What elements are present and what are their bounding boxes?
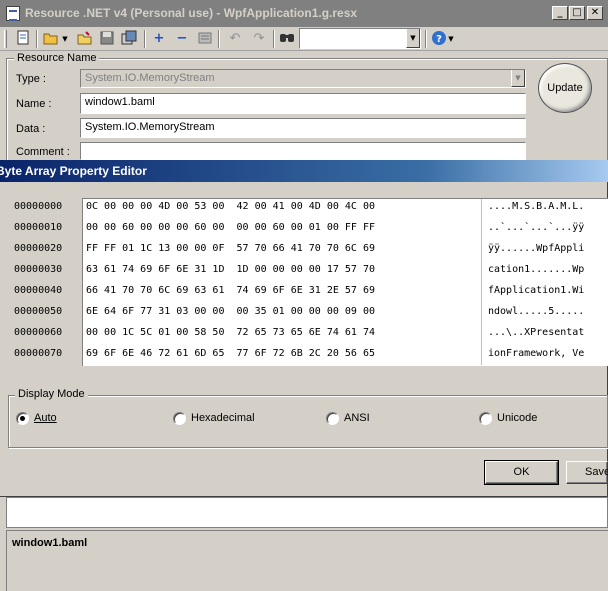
dialog-title: Byte Array Property Editor — [0, 164, 147, 178]
hex-row-bytes[interactable]: 0C 00 00 00 4D 00 53 00 42 00 41 00 4D 0… — [86, 201, 375, 212]
hex-row-ascii[interactable]: ....M.S.B.A.M.L. — [488, 201, 584, 212]
minimize-button[interactable]: _ — [552, 6, 568, 20]
hex-row-address: 00000020 — [14, 243, 63, 254]
ok-button[interactable]: OK — [484, 460, 559, 485]
display-mode-group-label: Display Mode — [15, 388, 88, 400]
chevron-down-icon[interactable]: ▼ — [511, 70, 525, 87]
hex-row-ascii[interactable]: fApplication1.Wi — [488, 285, 584, 296]
hex-row-bytes[interactable]: 00 00 1C 5C 01 00 58 50 72 65 73 65 6E 7… — [86, 327, 375, 338]
toolbar-separator — [425, 30, 427, 48]
add-icon[interactable]: + — [150, 30, 168, 48]
hex-row-address: 00000000 — [14, 201, 63, 212]
properties-icon[interactable] — [196, 30, 214, 48]
dialog-title-bar: Byte Array Property Editor — [0, 160, 608, 182]
folder-icon[interactable] — [76, 30, 94, 48]
hex-row-address: 00000060 — [14, 327, 63, 338]
toolbar-separator — [144, 30, 146, 48]
ansi-radio-label[interactable]: ANSI — [344, 412, 370, 424]
hexadecimal-radio[interactable] — [173, 412, 186, 425]
data-input[interactable]: System.IO.MemoryStream — [80, 118, 526, 138]
open-folder-icon[interactable] — [42, 30, 60, 48]
window-title: Resource .NET v4 (Personal use) - WpfApp… — [25, 6, 358, 20]
toolbar-separator — [36, 30, 38, 48]
auto-radio[interactable] — [16, 412, 29, 425]
comment-label: Comment : — [16, 146, 70, 158]
hex-row-ascii[interactable]: ÿÿ......WpfAppli — [488, 243, 584, 254]
hexadecimal-radio-label[interactable]: Hexadecimal — [191, 412, 255, 424]
type-select[interactable]: System.IO.MemoryStream ▼ — [80, 69, 526, 88]
search-combo[interactable]: ▼ — [299, 28, 421, 49]
main-title-bar: Resource .NET v4 (Personal use) - WpfApp… — [0, 0, 608, 27]
hex-row-bytes[interactable]: 63 61 74 69 6F 6E 31 1D 1D 00 00 00 00 1… — [86, 264, 375, 275]
open-dropdown-icon[interactable]: ▼ — [60, 30, 70, 48]
hex-row-bytes[interactable]: 00 00 60 00 00 00 60 00 00 00 60 00 01 0… — [86, 222, 375, 233]
name-label: Name : — [16, 98, 52, 110]
value-preview-box[interactable] — [6, 497, 608, 528]
hex-row-address: 00000050 — [14, 306, 63, 317]
app-icon[interactable] — [6, 6, 20, 21]
hex-ascii-divider — [481, 199, 482, 365]
save-icon[interactable] — [98, 30, 116, 48]
toolbar-separator — [273, 30, 275, 48]
status-panel — [6, 530, 608, 591]
chevron-down-icon[interactable]: ▼ — [406, 29, 420, 48]
status-resource-name: window1.baml — [12, 537, 88, 549]
help-dropdown-icon[interactable]: ▼ — [446, 30, 456, 48]
hex-row-address: 00000010 — [14, 222, 63, 233]
unicode-radio-label[interactable]: Unicode — [497, 412, 537, 424]
data-label: Data : — [16, 123, 46, 135]
remove-icon[interactable]: − — [173, 30, 191, 48]
save-all-icon[interactable] — [120, 30, 138, 48]
toolbar-grip[interactable] — [4, 30, 7, 48]
close-button[interactable]: ✕ — [587, 6, 603, 20]
hex-row-address: 00000070 — [14, 348, 63, 359]
undo-icon[interactable]: ↶ — [226, 30, 244, 48]
new-file-icon[interactable] — [14, 30, 32, 48]
unicode-radio[interactable] — [479, 412, 492, 425]
redo-icon[interactable]: ↷ — [250, 30, 268, 48]
help-symbol: ? — [436, 34, 442, 45]
maximize-button[interactable]: □ — [569, 6, 585, 20]
resource-name-group-label: Resource Name — [14, 52, 100, 64]
hex-row-bytes[interactable]: 69 6F 6E 46 72 61 6D 65 77 6F 72 6B 2C 2… — [86, 348, 375, 359]
hex-row-ascii[interactable]: ionFramework, Ve — [488, 348, 584, 359]
type-select-value: System.IO.MemoryStream — [85, 72, 215, 84]
auto-radio-label[interactable]: Auto — [34, 412, 57, 424]
type-label: Type : — [16, 73, 46, 85]
comment-input[interactable] — [80, 142, 526, 160]
name-input[interactable]: window1.baml — [80, 93, 526, 114]
hex-row-bytes[interactable]: 6E 64 6F 77 31 03 00 00 00 35 01 00 00 0… — [86, 306, 375, 317]
find-icon[interactable] — [278, 30, 296, 48]
hex-row-ascii[interactable]: ..`...`...`...ÿÿ — [488, 222, 584, 233]
hex-row-ascii[interactable]: cation1.......Wp — [488, 264, 584, 275]
save-button[interactable]: Save — [566, 461, 608, 484]
hex-row-ascii[interactable]: ...\..XPresentat — [488, 327, 584, 338]
toolbar-separator — [218, 30, 220, 48]
byte-array-editor-dialog: Byte Array Property Editor 00000000 0C 0… — [0, 160, 608, 497]
update-button[interactable]: Update — [538, 63, 592, 113]
hex-row-bytes[interactable]: FF FF 01 1C 13 00 00 0F 57 70 66 41 70 7… — [86, 243, 375, 254]
hex-row-address: 00000030 — [14, 264, 63, 275]
ansi-radio[interactable] — [326, 412, 339, 425]
hex-row-bytes[interactable]: 66 41 70 70 6C 69 63 61 74 69 6F 6E 31 2… — [86, 285, 375, 296]
hex-row-ascii[interactable]: ndowl.....5..... — [488, 306, 584, 317]
hex-row-address: 00000040 — [14, 285, 63, 296]
